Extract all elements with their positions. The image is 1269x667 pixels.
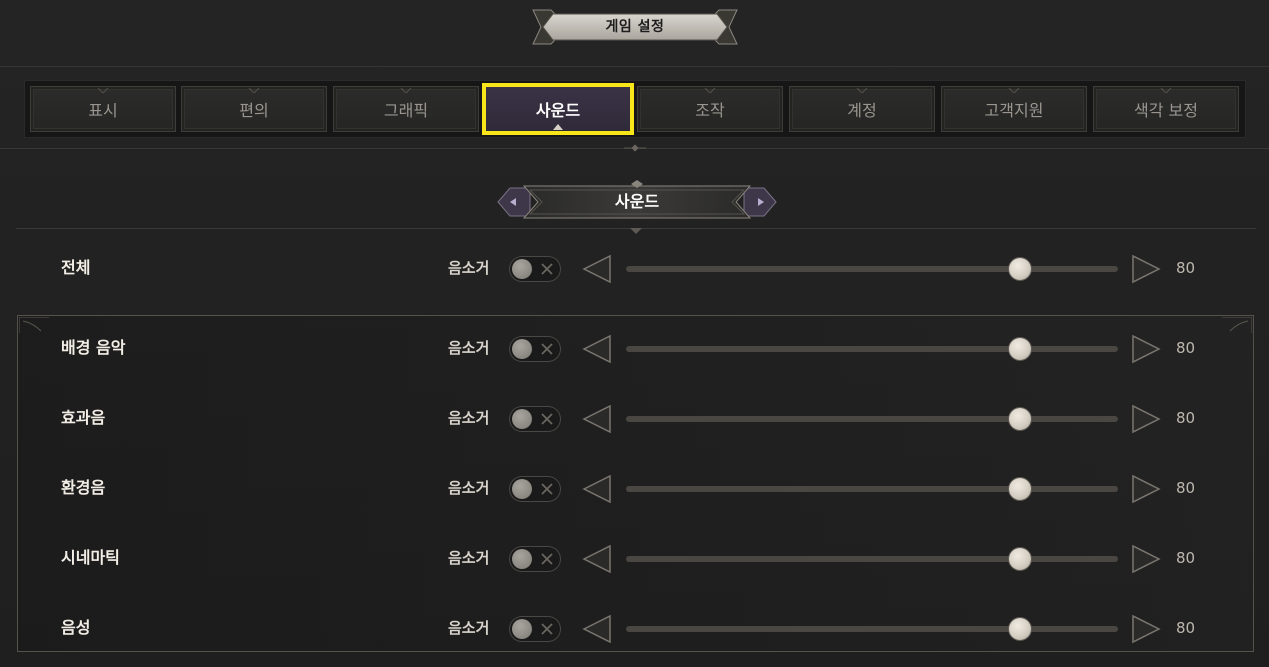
tab-notch-icon [98, 88, 108, 93]
decrease-arrow-icon[interactable] [581, 473, 613, 505]
settings-window: 게임 설정 표시 편의 그래픽 사운드 조작 계정 고객지원 색각 보정 사운드… [0, 0, 1269, 667]
tab-convenience[interactable]: 편의 [181, 86, 327, 132]
x-icon [541, 623, 553, 635]
tab-notch-icon [1009, 88, 1019, 93]
volume-value: 80 [1176, 259, 1196, 277]
tab-notch-icon [401, 88, 411, 93]
increase-arrow-icon[interactable] [1130, 333, 1162, 365]
volume-slider-thumb[interactable] [1008, 548, 1031, 570]
tab-label: 표시 [88, 101, 118, 120]
tab-label: 그래픽 [383, 101, 429, 120]
toggle-knob [512, 619, 532, 639]
row-label: 효과음 [61, 408, 106, 427]
header-divider [0, 66, 1269, 67]
x-icon [541, 343, 553, 355]
tab-label: 편의 [239, 101, 269, 120]
tab-support[interactable]: 고객지원 [941, 86, 1087, 132]
mute-label: 음소거 [448, 619, 490, 637]
decrease-arrow-icon[interactable] [581, 613, 613, 645]
volume-slider-thumb[interactable] [1008, 618, 1031, 640]
volume-slider-track[interactable] [626, 626, 1118, 632]
x-icon [541, 413, 553, 425]
mute-toggle[interactable] [509, 256, 561, 282]
tab-label: 조작 [695, 101, 725, 120]
tab-label: 사운드 [535, 101, 581, 120]
mute-toggle[interactable] [509, 546, 561, 572]
tab-notch-icon [249, 88, 259, 93]
volume-slider-thumb[interactable] [1008, 408, 1031, 430]
row-label: 전체 [61, 258, 91, 277]
row-label: 환경음 [61, 478, 106, 497]
increase-arrow-icon[interactable] [1130, 403, 1162, 435]
tab-sound[interactable]: 사운드 [482, 83, 634, 135]
tab-label: 고객지원 [984, 101, 1044, 120]
volume-slider-thumb[interactable] [1008, 258, 1031, 280]
volume-value: 80 [1176, 409, 1196, 427]
increase-arrow-icon[interactable] [1130, 613, 1162, 645]
volume-slider-track[interactable] [626, 486, 1118, 492]
increase-arrow-icon[interactable] [1130, 253, 1162, 285]
decrease-arrow-icon[interactable] [581, 253, 613, 285]
volume-value: 80 [1176, 619, 1196, 637]
decrease-arrow-icon[interactable] [581, 403, 613, 435]
volume-row-cinematic: 시네마틱 음소거 80 [0, 538, 1269, 578]
tab-notch-icon [705, 88, 715, 93]
mute-label: 음소거 [448, 259, 490, 277]
tab-color-correction[interactable]: 색각 보정 [1093, 86, 1239, 132]
mute-toggle[interactable] [509, 616, 561, 642]
tab-display[interactable]: 표시 [30, 86, 176, 132]
volume-row-ambient: 환경음 음소거 80 [0, 468, 1269, 508]
increase-arrow-icon[interactable] [1130, 543, 1162, 575]
x-icon [541, 483, 553, 495]
mute-toggle[interactable] [509, 476, 561, 502]
decrease-arrow-icon[interactable] [581, 543, 613, 575]
mute-toggle[interactable] [509, 336, 561, 362]
x-icon [541, 553, 553, 565]
volume-slider-track[interactable] [626, 556, 1118, 562]
row-label: 시네마틱 [61, 548, 120, 567]
row-label: 배경 음악 [61, 338, 126, 357]
volume-value: 80 [1176, 479, 1196, 497]
section-caret-icon [630, 228, 642, 234]
toggle-knob [512, 549, 532, 569]
mute-label: 음소거 [448, 339, 490, 357]
page-title: 게임 설정 [605, 19, 665, 35]
tab-account[interactable]: 계정 [789, 86, 935, 132]
volume-row-bgm: 배경 음악 음소거 80 [0, 328, 1269, 368]
section-title: 사운드 [614, 192, 660, 211]
volume-slider-thumb[interactable] [1008, 338, 1031, 360]
volume-slider-track[interactable] [626, 416, 1118, 422]
tab-controls[interactable]: 조작 [637, 86, 783, 132]
tab-notch-icon [1161, 88, 1171, 93]
x-icon [541, 263, 553, 275]
toggle-knob [512, 339, 532, 359]
mute-label: 음소거 [448, 549, 490, 567]
title-plaque: 게임 설정 [531, 8, 739, 46]
tab-label: 계정 [847, 101, 877, 120]
mute-label: 음소거 [448, 479, 490, 497]
tab-graphics[interactable]: 그래픽 [333, 86, 479, 132]
row-label: 음성 [61, 618, 91, 637]
tab-label: 색각 보정 [1134, 101, 1198, 120]
volume-value: 80 [1176, 549, 1196, 567]
volume-value: 80 [1176, 339, 1196, 357]
active-caret-icon [553, 124, 563, 130]
volume-row-master: 전체 음소거 80 [0, 248, 1269, 288]
volume-slider-track[interactable] [626, 266, 1118, 272]
divider-ornament-icon [624, 144, 646, 152]
volume-slider-thumb[interactable] [1008, 478, 1031, 500]
volume-row-voice: 음성 음소거 80 [0, 608, 1269, 648]
decrease-arrow-icon[interactable] [581, 333, 613, 365]
volume-slider-track[interactable] [626, 346, 1118, 352]
section-header: 사운드 [496, 180, 778, 224]
toggle-knob [512, 479, 532, 499]
increase-arrow-icon[interactable] [1130, 473, 1162, 505]
mute-label: 음소거 [448, 409, 490, 427]
mute-toggle[interactable] [509, 406, 561, 432]
toggle-knob [512, 259, 532, 279]
toggle-knob [512, 409, 532, 429]
volume-row-sfx: 효과음 음소거 80 [0, 398, 1269, 438]
tab-notch-icon [857, 88, 867, 93]
